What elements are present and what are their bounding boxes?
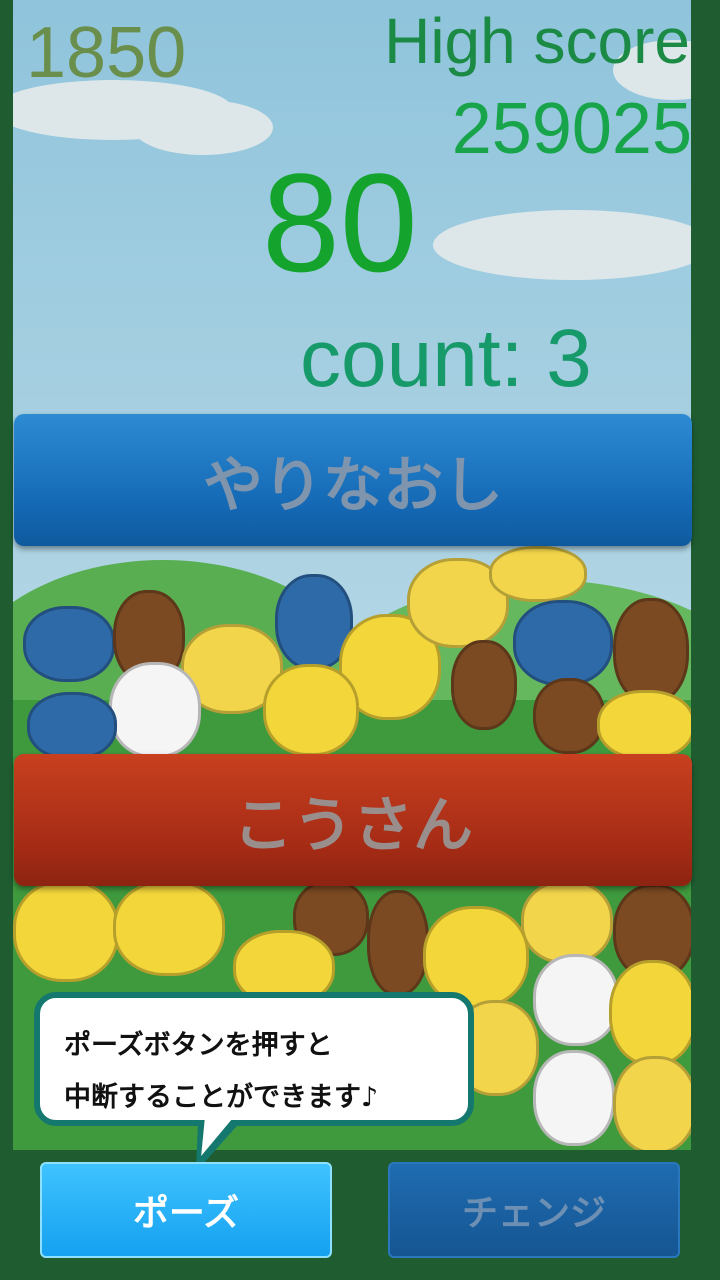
current-score: 1850 [26,13,187,93]
cloud [433,210,691,280]
cloud [133,100,273,155]
horse-piece[interactable] [533,678,605,754]
elephant-piece[interactable] [27,692,117,760]
cow-piece[interactable] [533,954,619,1046]
retry-button[interactable]: やりなおし [14,414,692,546]
tiger-piece[interactable] [609,960,691,1066]
dog-piece[interactable] [613,1056,691,1150]
elephant-piece[interactable] [23,606,115,682]
horse-piece[interactable] [451,640,517,730]
give-up-button[interactable]: こうさん [14,754,692,886]
dog-piece[interactable] [489,546,587,602]
tooltip-line-1: ポーズボタンを押すと [64,1030,333,1061]
horse-piece[interactable] [613,598,689,704]
tiger-piece[interactable] [263,664,359,756]
horse-piece[interactable] [367,890,429,996]
tiger-piece[interactable] [113,880,225,976]
tiger-piece[interactable] [597,690,691,760]
cow-piece[interactable] [109,662,201,758]
pause-tooltip: ポーズボタンを押すと 中断することができます♪ [34,992,474,1126]
dog-piece[interactable] [521,880,613,964]
tiger-piece[interactable] [13,880,119,982]
retry-button-label: やりなおし [203,450,503,521]
change-button[interactable]: チェンジ [388,1162,680,1258]
change-button-label: チェンジ [461,1193,606,1234]
timer-value: 80 [262,144,418,301]
tooltip-line-2: 中断することができます♪ [64,1082,379,1113]
high-score-label: High score [384,5,690,77]
high-score-value: 259025 [451,89,692,169]
pause-button-label: ポーズ [132,1193,240,1234]
elephant-piece[interactable] [513,600,613,686]
count-label: count: 3 [300,313,592,404]
cow-piece[interactable] [533,1050,615,1146]
pause-button[interactable]: ポーズ [40,1162,332,1258]
give-up-button-label: こうさん [233,790,473,861]
